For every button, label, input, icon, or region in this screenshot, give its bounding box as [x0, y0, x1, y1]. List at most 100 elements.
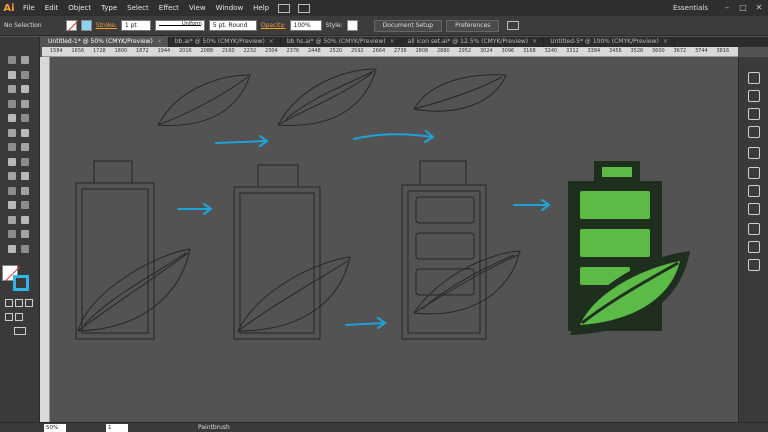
symbol-sprayer-icon[interactable] [7, 215, 17, 225]
stroke-label[interactable]: Stroke: [96, 22, 117, 29]
zoom-field[interactable]: 50% [44, 423, 66, 432]
minimize-button[interactable]: – [720, 0, 734, 16]
stroke-panel-icon[interactable] [748, 167, 760, 179]
gradient-mode-icon[interactable] [15, 299, 23, 307]
lasso-icon[interactable] [20, 70, 30, 80]
leaf-outline-battery-1 [77, 248, 191, 332]
blob-brush-icon[interactable] [7, 128, 17, 138]
tab-all-icon-set[interactable]: all icon set.ai* @ 12.5% (CMYK/Preview) × [402, 37, 545, 47]
slice-icon[interactable] [20, 229, 30, 239]
graphic-styles-icon[interactable] [748, 241, 760, 253]
color-panel-icon[interactable] [748, 72, 760, 84]
menu-type[interactable]: Type [96, 0, 122, 16]
mesh-icon[interactable] [7, 186, 17, 196]
pencil-icon[interactable] [20, 113, 30, 123]
graph-icon[interactable] [20, 215, 30, 225]
menu-window[interactable]: Window [211, 0, 249, 16]
screen-mode-icon[interactable] [14, 327, 26, 335]
color-guide-icon[interactable] [748, 90, 760, 102]
eraser-icon[interactable] [20, 128, 30, 138]
blend-icon[interactable] [20, 200, 30, 210]
artboard-field[interactable]: 1 [106, 423, 128, 432]
artboard-icon[interactable] [7, 229, 17, 239]
fill-swatch[interactable] [65, 20, 77, 31]
appearance-icon[interactable] [748, 223, 760, 235]
graphic-style-swatch[interactable] [346, 20, 358, 31]
variable-width-profile[interactable]: Uniform [154, 20, 205, 31]
ruler-tick-label: 3096 [501, 48, 515, 54]
align-icon[interactable] [507, 21, 520, 30]
menu-object[interactable]: Object [63, 0, 96, 16]
tab-close-icon[interactable]: × [269, 38, 274, 45]
tab-untitled-5[interactable]: Untitled-5* @ 100% (CMYK/Preview) × [544, 37, 675, 47]
line-icon[interactable] [7, 99, 17, 109]
none-mode-icon[interactable] [25, 299, 33, 307]
ruler-tick-label: 2304 [265, 48, 278, 54]
free-transform-icon[interactable] [20, 157, 30, 167]
style-label: Style: [325, 22, 343, 29]
paintbrush-icon[interactable] [7, 113, 17, 123]
bridge-icon[interactable] [278, 3, 291, 13]
opacity-label[interactable]: Opacity: [261, 22, 286, 29]
tab-close-icon[interactable]: × [663, 38, 668, 45]
workspace-switcher[interactable]: Essentials [673, 0, 708, 16]
ruler-tick-label: 2592 [351, 48, 364, 54]
current-tool-status[interactable]: Paintbrush [198, 424, 230, 431]
shape-builder-icon[interactable] [7, 171, 17, 181]
stroke-weight-field[interactable]: 1 pt [120, 20, 151, 31]
ruler-tick-label: 2520 [329, 48, 343, 54]
document-setup-button[interactable]: Document Setup [373, 19, 443, 32]
draw-normal-icon[interactable] [5, 313, 13, 321]
arrange-documents-icon[interactable] [298, 3, 311, 13]
brush-definition[interactable]: 5 pt. Round [208, 20, 257, 31]
tab-close-icon[interactable]: × [532, 38, 537, 45]
zoom-icon[interactable] [20, 244, 30, 254]
stroke-swatch[interactable] [80, 20, 92, 31]
direct-selection-tool-icon[interactable] [20, 55, 30, 65]
width-icon[interactable] [7, 157, 17, 167]
tab-bb[interactable]: bb.ai* @ 50% (CMYK/Preview) × [169, 37, 281, 47]
menu-view[interactable]: View [184, 0, 211, 16]
close-button[interactable]: ✕ [752, 0, 766, 16]
eyedropper-icon[interactable] [7, 200, 17, 210]
type-icon[interactable] [20, 84, 30, 94]
symbols-icon[interactable] [748, 147, 760, 159]
layers-icon[interactable] [748, 259, 760, 271]
selection-tool-icon[interactable] [7, 55, 17, 65]
swatches-icon[interactable] [748, 108, 760, 120]
tab-close-icon[interactable]: × [390, 38, 395, 45]
tools-panel [0, 37, 40, 432]
scale-icon[interactable] [20, 142, 30, 152]
preferences-button[interactable]: Preferences [446, 19, 500, 32]
gradient-icon[interactable] [20, 186, 30, 196]
vertical-ruler[interactable] [40, 57, 50, 422]
transparency-icon[interactable] [748, 203, 760, 215]
menu-effect[interactable]: Effect [154, 0, 184, 16]
artboard-canvas[interactable] [50, 57, 738, 422]
rectangle-icon[interactable] [20, 99, 30, 109]
pen-icon[interactable] [7, 84, 17, 94]
menu-bar: Ai File Edit Object Type Select Effect V… [0, 0, 768, 16]
tab-untitled-1[interactable]: Untitled-1* @ 50% (CMYK/Preview) × [42, 37, 169, 47]
menu-select[interactable]: Select [122, 0, 154, 16]
hand-icon[interactable] [7, 244, 17, 254]
menu-edit[interactable]: Edit [40, 0, 64, 16]
color-mode-icon[interactable] [5, 299, 13, 307]
draw-behind-icon[interactable] [15, 313, 23, 321]
ruler-tick-label: 2808 [415, 48, 429, 54]
brushes-icon[interactable] [748, 126, 760, 138]
perspective-icon[interactable] [20, 171, 30, 181]
maximize-button[interactable]: □ [736, 0, 750, 16]
horizontal-ruler[interactable]: 1584 1656 1728 1800 1872 1944 2016 2088 2160 2232… [42, 47, 738, 57]
magic-wand-icon[interactable] [7, 70, 17, 80]
opacity-field[interactable]: 100% [289, 20, 322, 31]
rotate-icon[interactable] [7, 142, 17, 152]
arrow-5 [513, 199, 551, 211]
menu-file[interactable]: File [18, 0, 40, 16]
tab-label: Untitled-5* @ 100% (CMYK/Preview) [550, 38, 659, 45]
menu-help[interactable]: Help [248, 0, 274, 16]
tab-bb-hs[interactable]: bb hs.ai* @ 50% (CMYK/Preview) × [281, 37, 402, 47]
gradient-panel-icon[interactable] [748, 185, 760, 197]
tab-close-icon[interactable]: × [157, 38, 162, 45]
stroke-color-box[interactable] [13, 275, 29, 291]
